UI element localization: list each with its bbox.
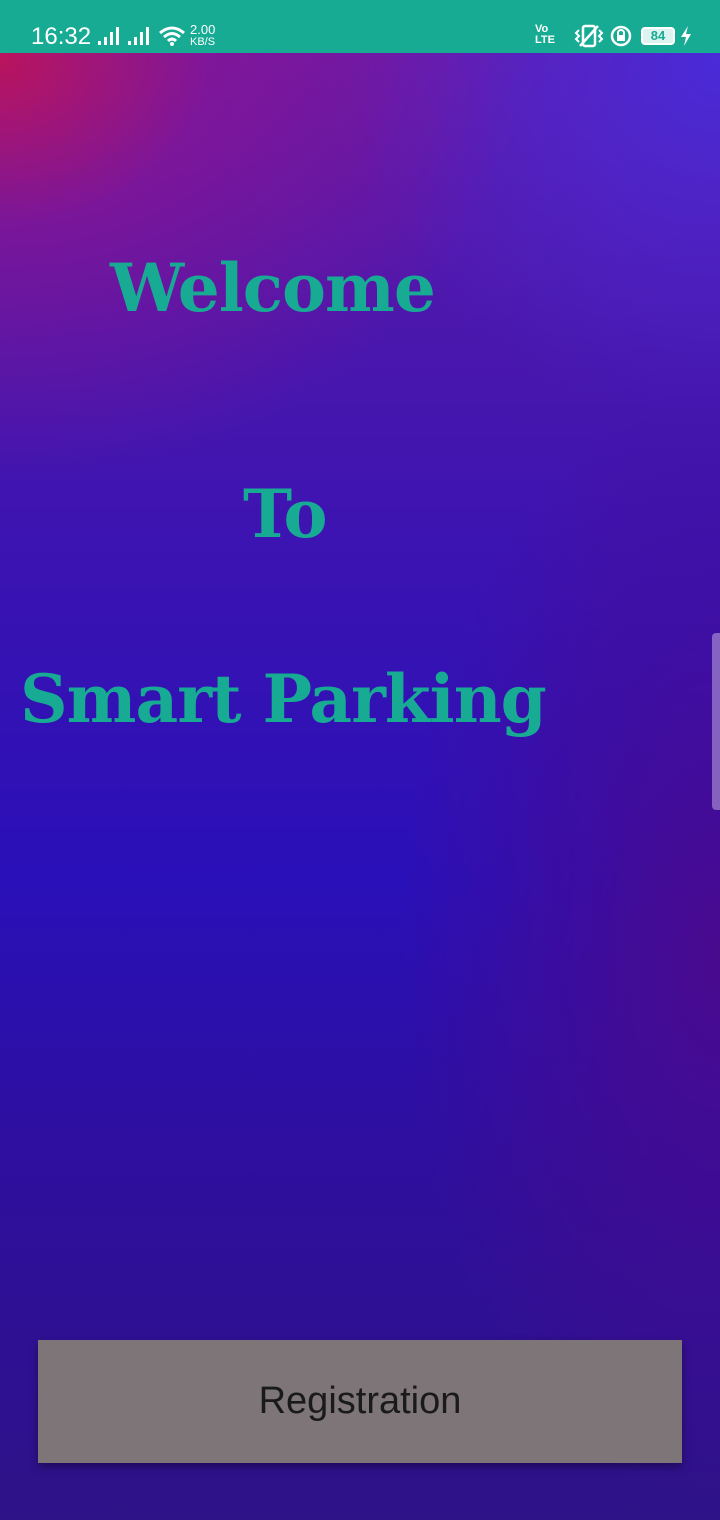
battery-level: 84 xyxy=(650,28,666,43)
network-speed: 2.00 KB/S xyxy=(190,22,230,48)
vibrate-icon xyxy=(574,24,604,48)
network-speed-unit: KB/S xyxy=(190,36,216,48)
battery-icon: 84 xyxy=(641,27,675,45)
network-speed-value: 2.00 xyxy=(190,22,216,37)
rotation-lock-icon xyxy=(610,25,632,47)
signal-icon xyxy=(128,27,149,45)
smart-parking-heading: Smart Parking xyxy=(20,660,547,738)
charging-icon xyxy=(681,26,691,46)
to-heading: To xyxy=(243,475,328,553)
signal-icon xyxy=(98,27,119,45)
welcome-screen: 16:32 2.00 KB/S Vo LTE 84 Welcome To Sma… xyxy=(0,0,720,1520)
scroll-indicator[interactable] xyxy=(712,633,720,810)
volte-icon: Vo LTE xyxy=(535,24,555,46)
volte-bottom-label: LTE xyxy=(535,34,555,46)
status-bar: 16:32 2.00 KB/S Vo LTE 84 xyxy=(0,0,720,53)
status-time: 16:32 xyxy=(31,23,92,50)
registration-button[interactable]: Registration xyxy=(38,1340,682,1463)
wifi-icon xyxy=(159,26,185,46)
welcome-heading: Welcome xyxy=(110,249,436,327)
